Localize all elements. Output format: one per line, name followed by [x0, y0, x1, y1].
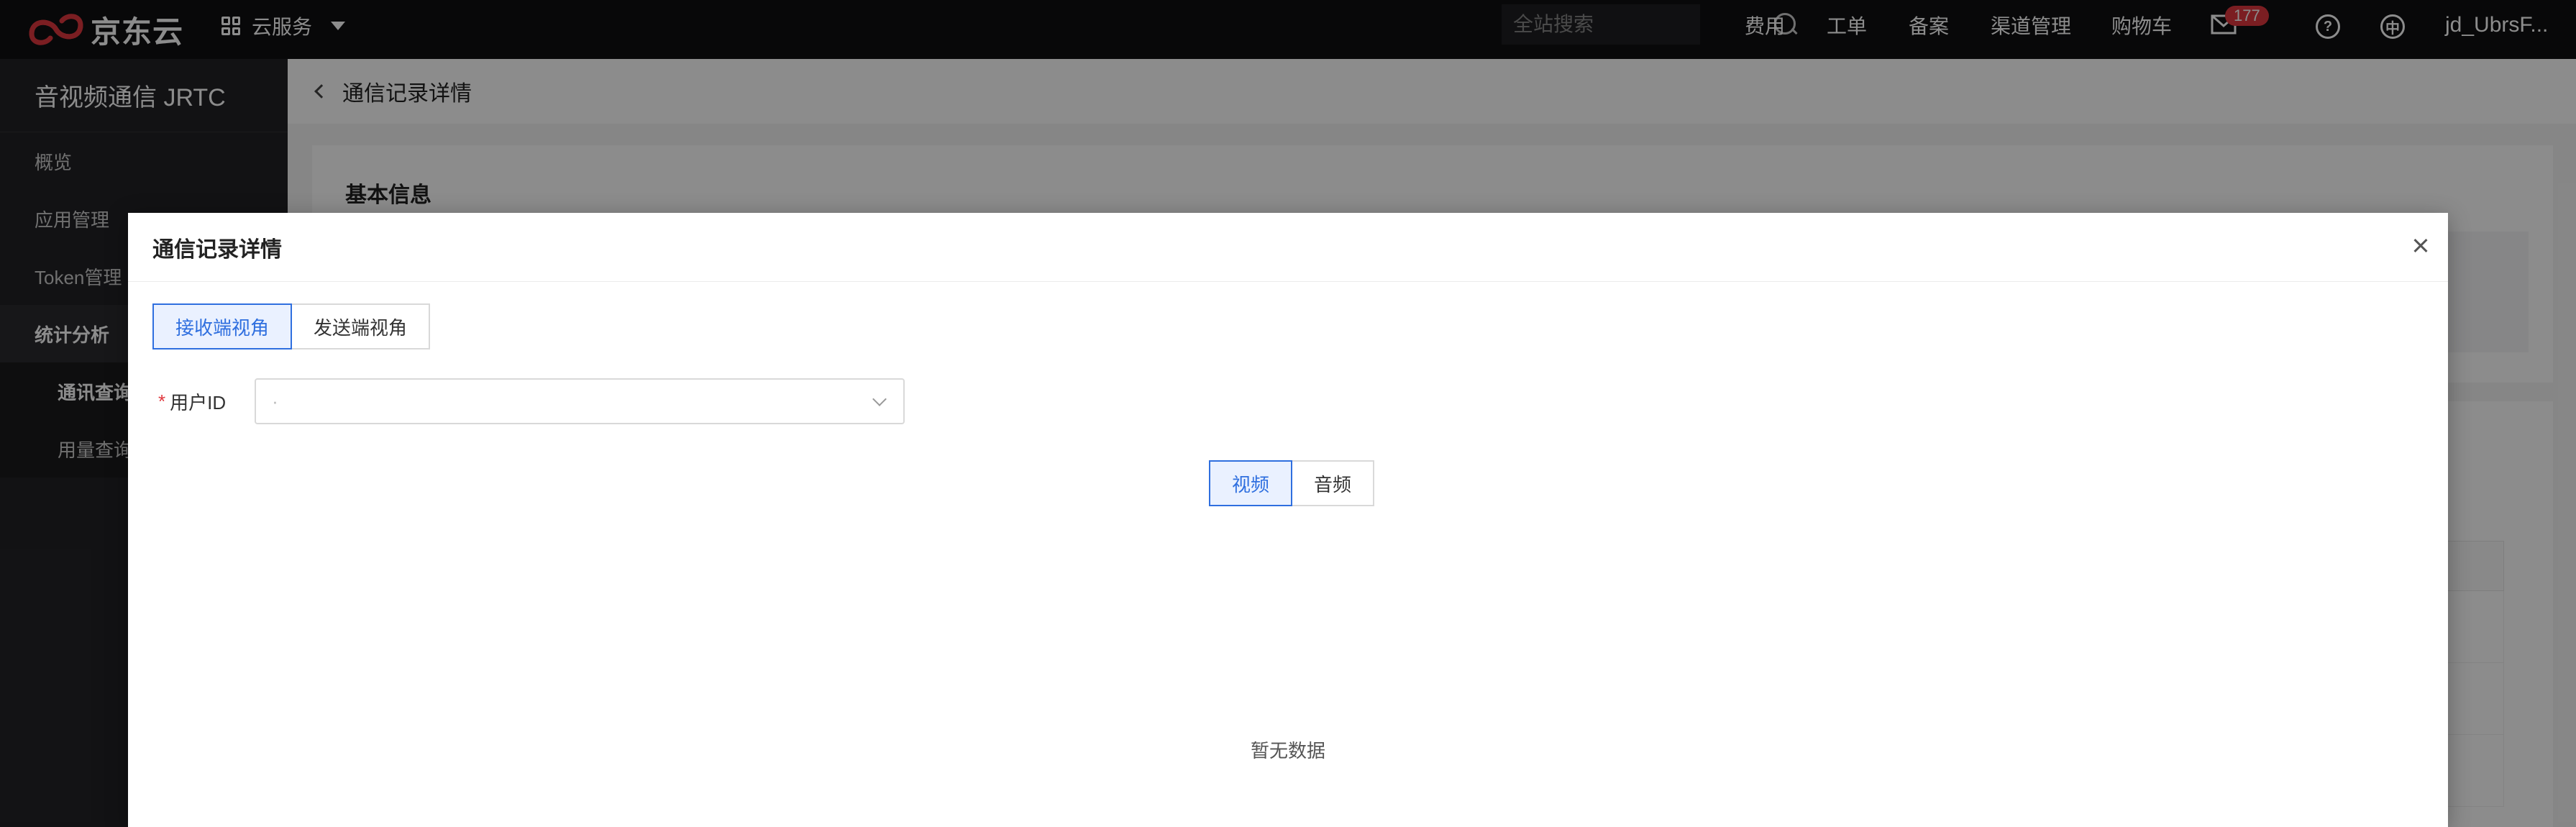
chevron-down-icon: [872, 392, 887, 406]
close-icon[interactable]: [2406, 232, 2435, 260]
user-id-label: 用户ID: [170, 391, 227, 414]
tab-video[interactable]: 视频: [1209, 460, 1293, 506]
tab-sender-view[interactable]: 发送端视角: [292, 303, 431, 349]
modal-title: 通信记录详情: [128, 213, 2448, 282]
required-mark: *: [158, 390, 166, 412]
user-id-select[interactable]: ·: [255, 378, 905, 424]
user-id-value: ·: [272, 390, 278, 412]
media-tabs: 视频 音频: [1209, 460, 1375, 506]
empty-state-text: 暂无数据: [1250, 740, 1325, 762]
detail-modal: 通信记录详情 接收端视角 发送端视角 * 用户ID · 视频 音频 暂无数据: [128, 213, 2448, 827]
user-id-row: * 用户ID ·: [158, 378, 905, 424]
perspective-tabs: 接收端视角 发送端视角: [152, 303, 431, 349]
tab-receiver-view[interactable]: 接收端视角: [152, 303, 293, 349]
tab-audio[interactable]: 音频: [1292, 460, 1375, 506]
